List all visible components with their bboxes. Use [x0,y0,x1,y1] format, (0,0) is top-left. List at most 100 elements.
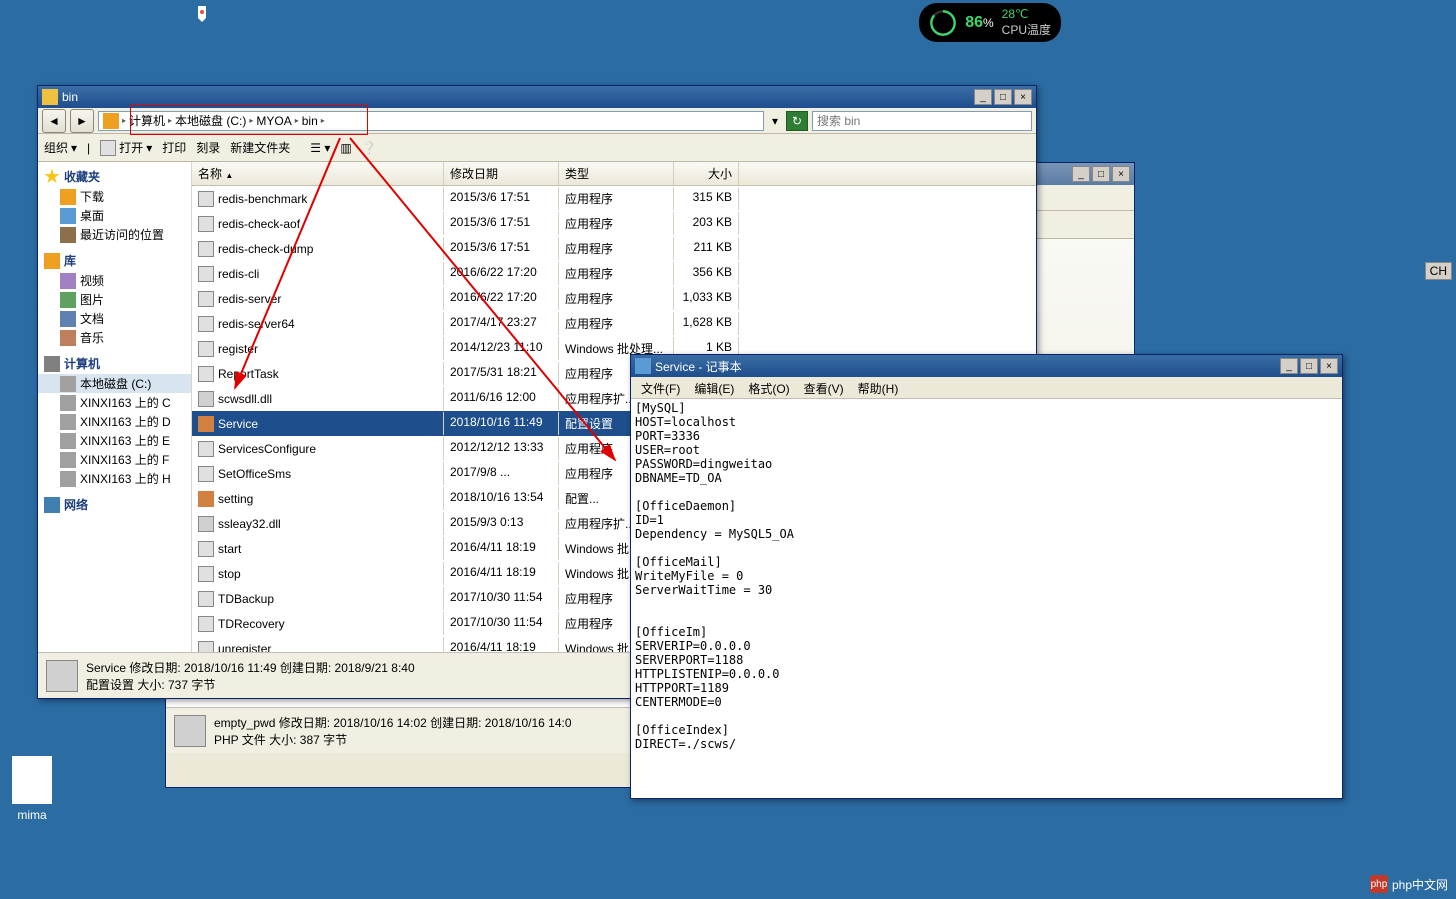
file-row[interactable]: redis-cli2016/6/22 17:20应用程序356 KB [192,261,1036,286]
nav-videos[interactable]: 视频 [38,271,191,290]
maximize-button[interactable]: □ [994,89,1012,105]
file-name: TDRecovery [218,617,285,631]
desktop-file-mima[interactable]: mima [2,756,62,822]
titlebar[interactable]: Service - 记事本 _ □ × [631,355,1342,377]
close-button[interactable]: × [1112,166,1130,182]
file-icon [198,316,214,332]
view-menu[interactable]: ☰ ▾ [310,141,330,155]
file-row[interactable]: redis-check-aof 2015/3/6 17:51应用程序203 KB [192,211,1036,236]
file-name: SetOfficeSms [218,467,291,481]
col-type[interactable]: 类型 [559,162,674,185]
ime-indicator[interactable]: CH [1425,262,1452,280]
maximize-button[interactable]: □ [1300,358,1318,374]
nav-pane: 收藏夹 下载 桌面 最近访问的位置 库 视频 图片 文档 音乐 计算机 本地磁盘… [38,162,192,652]
menu-edit[interactable]: 编辑(E) [688,379,740,396]
folder-icon [103,113,119,129]
file-type: 应用程序 [559,212,674,235]
file-name: ServicesConfigure [218,442,316,456]
file-name: start [218,542,241,556]
nav-netdrive-c[interactable]: XINXI163 上的 C [38,393,191,412]
menu-file[interactable]: 文件(F) [635,379,686,396]
menu-view[interactable]: 查看(V) [798,379,850,396]
nav-netdrive-d[interactable]: XINXI163 上的 D [38,412,191,431]
notepad-icon [635,358,651,374]
nav-pictures[interactable]: 图片 [38,290,191,309]
maximize-button[interactable]: □ [1092,166,1110,182]
file-icon [198,191,214,207]
minimize-button[interactable]: _ [1280,358,1298,374]
help-icon[interactable]: ❔ [362,141,377,155]
col-name[interactable]: 名称 ▲ [192,162,444,185]
file-icon [198,491,214,507]
address-bar[interactable]: ▸ 计算机▸ 本地磁盘 (C:)▸ MYOA▸ bin▸ [98,111,764,131]
watermark: phpphp中文网 [1370,875,1448,893]
search-input[interactable]: 搜索 bin [812,111,1032,131]
minimize-button[interactable]: _ [1072,166,1090,182]
preview-pane[interactable]: ▥ [340,141,351,155]
window-title: bin [62,90,78,104]
col-size[interactable]: 大小 [674,162,739,185]
nav-downloads[interactable]: 下载 [38,187,191,206]
file-name: register [218,342,258,356]
system-widget: 86% 28℃CPU温度 [919,3,1061,42]
nav-cdrive[interactable]: 本地磁盘 (C:) [38,374,191,393]
menu-help[interactable]: 帮助(H) [852,379,905,396]
nav-libraries[interactable]: 库 [38,250,191,271]
file-row[interactable]: redis-check-dump2015/3/6 17:51应用程序211 KB [192,236,1036,261]
menu-bar: 文件(F) 编辑(E) 格式(O) 查看(V) 帮助(H) [631,377,1342,399]
newfolder-button[interactable]: 新建文件夹 [230,139,290,156]
file-date: 2015/3/6 17:51 [444,237,559,260]
file-date: 2017/10/30 11:54 [444,587,559,610]
window-title: Service - 记事本 [655,358,742,375]
nav-network[interactable]: 网络 [38,494,191,515]
nav-netdrive-h[interactable]: XINXI163 上的 H [38,469,191,488]
nav-netdrive-e[interactable]: XINXI163 上的 E [38,431,191,450]
burn-button[interactable]: 刻录 [196,139,220,156]
file-icon [198,591,214,607]
text-area[interactable]: [MySQL] HOST=localhost PORT=3336 USER=ro… [631,399,1342,798]
close-button[interactable]: × [1014,89,1032,105]
file-type: 应用程序 [559,237,674,260]
nav-computer[interactable]: 计算机 [38,353,191,374]
file-size: 1,628 KB [674,312,739,335]
col-date[interactable]: 修改日期 [444,162,559,185]
history-dropdown[interactable]: ▾ [768,114,782,128]
file-size: 203 KB [674,212,739,235]
status-line-2: 配置设置 大小: 737 字节 [86,676,415,693]
minimize-button[interactable]: _ [974,89,992,105]
file-row[interactable]: redis-server2016/6/22 17:20应用程序1,033 KB [192,286,1036,311]
menu-format[interactable]: 格式(O) [742,379,795,396]
file-type: 应用程序 [559,187,674,210]
file-date: 2016/6/22 17:20 [444,287,559,310]
titlebar[interactable]: bin _ □ × [38,86,1036,108]
file-name: redis-cli [218,267,259,281]
file-name: redis-check-aof [218,217,300,231]
nav-recent[interactable]: 最近访问的位置 [38,225,191,244]
file-icon [198,641,214,653]
file-date: 2015/9/3 0:13 [444,512,559,535]
file-row[interactable]: redis-server642017/4/17 23:27应用程序1,628 K… [192,311,1036,336]
nav-music[interactable]: 音乐 [38,328,191,347]
column-headers[interactable]: 名称 ▲ 修改日期 类型 大小 [192,162,1036,186]
nav-favorites[interactable]: 收藏夹 [38,166,191,187]
back-button[interactable]: ◄ [42,109,66,133]
notepad-window: Service - 记事本 _ □ × 文件(F) 编辑(E) 格式(O) 查看… [630,354,1343,799]
file-size: 356 KB [674,262,739,285]
file-icon [198,566,214,582]
file-date: 2015/3/6 17:51 [444,212,559,235]
file-date: 2017/5/31 18:21 [444,362,559,385]
forward-button[interactable]: ► [70,109,94,133]
close-button[interactable]: × [1320,358,1338,374]
print-button[interactable]: 打印 [162,139,186,156]
nav-netdrive-f[interactable]: XINXI163 上的 F [38,450,191,469]
organize-menu[interactable]: 组织 ▾ [44,139,77,156]
nav-desktop[interactable]: 桌面 [38,206,191,225]
open-button[interactable]: 打开 ▾ [100,139,152,156]
file-row[interactable]: redis-benchmark2015/3/6 17:51应用程序315 KB [192,186,1036,211]
file-icon [198,241,214,257]
nav-documents[interactable]: 文档 [38,309,191,328]
file-date: 2015/3/6 17:51 [444,187,559,210]
refresh-button[interactable]: ↻ [786,111,808,131]
file-size: 1,033 KB [674,287,739,310]
hanger-icon [192,4,212,30]
